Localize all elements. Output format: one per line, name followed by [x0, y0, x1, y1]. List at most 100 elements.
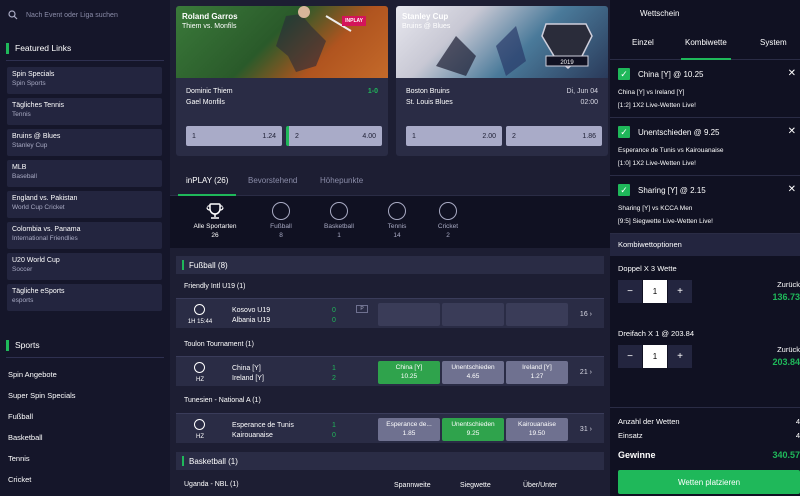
card-subtitle: Thiem vs. Monfils — [182, 23, 237, 30]
competition-label: Friendly Intl U19 (1) — [184, 283, 246, 290]
stats-icon[interactable]: P — [356, 305, 368, 313]
featured-link[interactable]: Tägliche eSports esports — [7, 284, 162, 311]
event-date: Di, Jun 04 — [566, 88, 598, 95]
betslip-tabs: Einzel Kombiwette System — [610, 26, 800, 60]
featured-links-heading: Featured Links — [0, 36, 170, 60]
tennis-banner-image: Roland Garros Thiem vs. Monfils INPLAY — [176, 6, 388, 78]
odds-button-away[interactable]: Ireland [Y] 1.27 — [506, 361, 568, 384]
stake-stepper[interactable]: − 1 + — [618, 280, 692, 303]
place-bet-button[interactable]: Wetten platzieren — [618, 470, 800, 494]
odds-button-draw[interactable]: Unentschieden 9.25 — [442, 418, 504, 441]
search-input[interactable]: Nach Event oder Liga suchen — [26, 12, 118, 19]
odds-button-2[interactable]: 2 1.86 — [506, 126, 602, 146]
search-bar[interactable]: Nach Event oder Liga suchen — [0, 0, 170, 30]
odds-button-draw[interactable] — [442, 303, 504, 326]
event-tabs: inPLAY (26) Bevorstehend Höhepunkte — [170, 164, 610, 196]
sidebar-sport-item[interactable]: Fußball — [0, 406, 170, 427]
sidebar-sport-item[interactable]: Super Spin Specials — [0, 385, 170, 406]
team-2: Gael Monfils — [186, 99, 225, 106]
stake-stepper[interactable]: − 1 + — [618, 345, 692, 368]
left-sidebar: Nach Event oder Liga suchen Featured Lin… — [0, 0, 170, 496]
featured-link[interactable]: Tägliches Tennis Tennis — [7, 98, 162, 125]
tab-system[interactable]: System — [760, 38, 787, 47]
odds-button-2[interactable]: 2 4.00 — [286, 126, 382, 146]
match-row[interactable]: 1H 15:44 Kosovo U19 Albania U19 0 0 P 16… — [176, 298, 604, 328]
odds-button-1[interactable]: 1 1.24 — [186, 126, 282, 146]
featured-link[interactable]: Bruins @ Blues Stanley Cup — [7, 129, 162, 156]
team-1: Dominic Thiem — [186, 88, 233, 95]
featured-link[interactable]: England vs. Pakistan World Cup Cricket — [7, 191, 162, 218]
sport-filter-row: Alle Sportarten 26 Fußball 8 Basketball … — [170, 196, 610, 248]
sidebar-sport-item[interactable]: Cricket — [0, 469, 170, 490]
sport-filter-football[interactable]: Fußball 8 — [251, 202, 311, 239]
checkbox-icon[interactable]: ✓ — [618, 68, 630, 80]
checkbox-icon[interactable]: ✓ — [618, 184, 630, 196]
sidebar-sport-item[interactable]: Spin Angebote — [0, 364, 170, 385]
tab-upcoming[interactable]: Bevorstehend — [248, 176, 297, 185]
sport-filter-cricket[interactable]: Cricket 2 — [418, 202, 478, 239]
inplay-badge: INPLAY — [342, 16, 366, 26]
column-header-over-under: Über/Unter — [523, 482, 558, 489]
section-football[interactable]: Fußball (8) — [176, 256, 604, 274]
odds-button-home[interactable] — [378, 303, 440, 326]
combo-options-heading: Kombiwettoptionen — [610, 234, 800, 256]
odds-button-1[interactable]: 1 2.00 — [406, 126, 502, 146]
featured-event-card-roland-garros[interactable]: Roland Garros Thiem vs. Monfils INPLAY D… — [176, 6, 388, 156]
match-row[interactable]: HZ Esperance de Tunis Kairouanaise 1 0 E… — [176, 413, 604, 443]
plus-icon[interactable]: + — [668, 345, 692, 368]
tab-combo[interactable]: Kombiwette — [681, 38, 731, 60]
match-row[interactable]: HZ China [Y] Ireland [Y] 1 2 China [Y] 10… — [176, 356, 604, 386]
sport-filter-all[interactable]: Alle Sportarten 26 — [185, 202, 245, 239]
odds-button-away[interactable] — [506, 303, 568, 326]
close-icon[interactable]: ✕ — [788, 184, 796, 195]
odds-button-draw[interactable]: Unentschieden 4.65 — [442, 361, 504, 384]
minus-icon[interactable]: − — [618, 280, 642, 303]
bet-count-row: Anzahl der Wetten 4 — [618, 417, 800, 426]
cricket-ball-icon — [439, 202, 457, 220]
featured-link[interactable]: U20 World Cup Soccer — [7, 253, 162, 280]
card-subtitle: Bruins @ Blues — [402, 23, 451, 30]
close-icon[interactable]: ✕ — [788, 126, 796, 137]
live-score: 1-0 — [367, 88, 378, 95]
tab-inplay[interactable]: inPLAY (26) — [177, 176, 237, 196]
featured-event-card-stanley-cup[interactable]: 2019 Stanley Cup Bruins @ Blues Boston B… — [396, 6, 608, 156]
sidebar-sport-item[interactable]: Tennis — [0, 448, 170, 469]
stake-input[interactable]: 1 — [643, 345, 667, 368]
featured-link[interactable]: Colombia vs. Panama International Friendl… — [7, 222, 162, 249]
plus-icon[interactable]: + — [668, 280, 692, 303]
stake-input[interactable]: 1 — [643, 280, 667, 303]
betslip-title: Wettschein — [640, 9, 680, 18]
sidebar-sport-item[interactable]: Basketball — [0, 427, 170, 448]
column-header-moneyline: Siegwette — [460, 482, 491, 489]
team-2: St. Louis Blues — [406, 99, 453, 106]
sidebar-sport-item[interactable]: Eishockey — [0, 490, 170, 496]
basketball-icon — [330, 202, 348, 220]
odds-button-home[interactable]: Esperance de... 1.85 — [378, 418, 440, 441]
featured-link[interactable]: MLB Baseball — [7, 160, 162, 187]
svg-text:2019: 2019 — [560, 60, 574, 66]
close-icon[interactable]: ✕ — [788, 68, 796, 79]
tennis-ball-icon — [388, 202, 406, 220]
event-time: 02:00 — [580, 99, 598, 106]
bet-selection: ✓ China [Y] @ 10.25 ✕ China [Y] vs Irela… — [610, 60, 800, 118]
card-title: Roland Garros — [182, 12, 238, 21]
featured-link[interactable]: Spin Specials Spin Sports — [7, 67, 162, 94]
minus-icon[interactable]: − — [618, 345, 642, 368]
competition-label: Toulon Tournament (1) — [184, 341, 254, 348]
more-markets-link[interactable]: 31 › — [580, 426, 592, 433]
betslip-panel: Wettschein Einzel Kombiwette System ✓ Ch… — [610, 0, 800, 496]
tab-single[interactable]: Einzel — [632, 38, 654, 47]
team-1: Boston Bruins — [406, 88, 450, 95]
bet-selection: ✓ Sharing [Y] @ 2.15 ✕ Sharing [Y] vs KC… — [610, 176, 800, 234]
checkbox-icon[interactable]: ✓ — [618, 126, 630, 138]
return-value: 203.84 — [772, 357, 800, 367]
tab-highlights[interactable]: Höhepunkte — [320, 176, 363, 185]
return-value: 136.73 — [772, 292, 800, 302]
more-markets-link[interactable]: 16 › — [580, 311, 592, 318]
odds-button-home[interactable]: China [Y] 10.25 — [378, 361, 440, 384]
sport-filter-basketball[interactable]: Basketball 1 — [309, 202, 369, 239]
section-basketball[interactable]: Basketball (1) — [176, 452, 604, 470]
odds-button-away[interactable]: Kairouanaise 19.50 — [506, 418, 568, 441]
more-markets-link[interactable]: 21 › — [580, 369, 592, 376]
system-bet-triple: Dreifach X 1 @ 203.84 − 1 + Zurück 203.8… — [618, 329, 800, 368]
